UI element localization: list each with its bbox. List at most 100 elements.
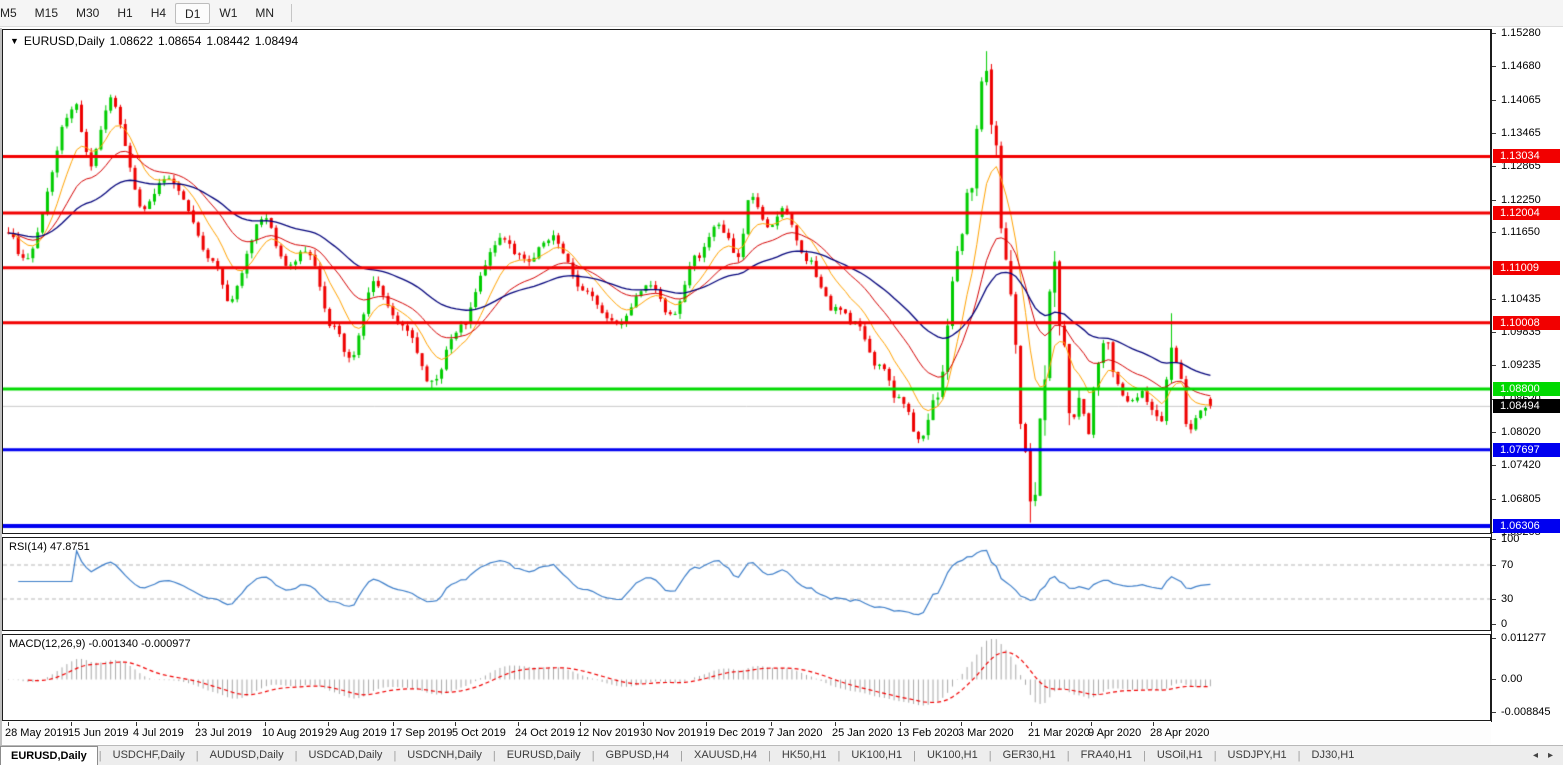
macd-tick-label: 0.011277 <box>1501 632 1546 644</box>
date-tick <box>71 722 72 726</box>
chart-tabs: EURUSD,Daily|USDCHF,Daily|AUDUSD,Daily|U… <box>0 745 1563 765</box>
mt4-window: M5M15M30H1H4D1W1MN ▼ EURUSD,Daily 1.0862… <box>0 0 1563 765</box>
price-tick-mark <box>1492 332 1496 333</box>
date-tick <box>961 722 962 726</box>
price-tick-mark <box>1492 200 1496 201</box>
macd-tick-mark <box>1492 679 1496 680</box>
timeframe-M15[interactable]: M15 <box>26 3 67 24</box>
tab-scroll-arrows: ◂▸ <box>1533 750 1563 761</box>
chart-tab-EURUSD-Daily[interactable]: EURUSD,Daily <box>497 746 591 765</box>
date-tick <box>393 722 394 726</box>
chart-dropdown-icon[interactable]: ▼ <box>10 36 19 46</box>
date-label: 28 May 2019 <box>5 727 69 739</box>
date-tick <box>136 722 137 726</box>
timeframe-M5[interactable]: M5 <box>0 3 26 24</box>
chart-tab-UK100-H1[interactable]: UK100,H1 <box>841 746 912 765</box>
date-axis: 28 May 201915 Jun 20194 Jul 201923 Jul 2… <box>2 722 1491 744</box>
tabs-scroll-left-icon[interactable]: ◂ <box>1533 750 1538 761</box>
rsi-tick-label: 70 <box>1501 559 1513 571</box>
price-tick-label: 1.11650 <box>1501 226 1540 238</box>
price-tick-mark <box>1492 432 1496 433</box>
date-tick <box>198 722 199 726</box>
chart-tab-DJ30-H1[interactable]: DJ30,H1 <box>1302 746 1365 765</box>
date-tick <box>643 722 644 726</box>
price-level-label: 1.07697 <box>1493 443 1560 457</box>
date-label: 24 Oct 2019 <box>515 727 575 739</box>
price-tick-mark <box>1492 299 1496 300</box>
timeframe-MN[interactable]: MN <box>246 3 283 24</box>
price-level-label: 1.10008 <box>1493 316 1560 330</box>
macd-panel: MACD(12,26,9) -0.001340 -0.000977 <box>2 634 1491 721</box>
quote-close: 1.08494 <box>255 34 298 48</box>
date-tick <box>900 722 901 726</box>
macd-canvas[interactable] <box>3 635 1490 720</box>
macd-tick-mark <box>1492 638 1496 639</box>
chart-tab-USDJPY-H1[interactable]: USDJPY,H1 <box>1218 746 1297 765</box>
rsi-tick-mark <box>1492 565 1496 566</box>
price-tick-label: 1.10435 <box>1501 293 1541 305</box>
current-price-label: 1.08494 <box>1493 399 1560 413</box>
date-label: 17 Sep 2019 <box>390 727 452 739</box>
price-tick-label: 1.13465 <box>1501 127 1541 139</box>
price-level-label: 1.11009 <box>1493 261 1560 275</box>
price-tick-mark <box>1492 499 1496 500</box>
date-label: 7 Jan 2020 <box>768 727 822 739</box>
date-tick <box>580 722 581 726</box>
chart-tab-GER30-H1[interactable]: GER30,H1 <box>993 746 1066 765</box>
date-tick <box>1031 722 1032 726</box>
timeframe-W1[interactable]: W1 <box>210 3 246 24</box>
date-tick <box>8 722 9 726</box>
date-label: 19 Dec 2019 <box>703 727 765 739</box>
tabs-scroll-right-icon[interactable]: ▸ <box>1548 750 1553 761</box>
chart-tab-XAUUSD-H4[interactable]: XAUUSD,H4 <box>684 746 767 765</box>
chart-tab-EURUSD-Daily[interactable]: EURUSD,Daily <box>0 746 98 765</box>
rsi-tick-mark <box>1492 599 1496 600</box>
chart-tab-HK50-H1[interactable]: HK50,H1 <box>772 746 837 765</box>
price-tick-label: 1.12250 <box>1501 194 1541 206</box>
chart-tab-USDCNH-Daily[interactable]: USDCNH,Daily <box>397 746 492 765</box>
date-label: 25 Jan 2020 <box>832 727 893 739</box>
rsi-canvas[interactable] <box>3 538 1490 630</box>
chart-tab-USOil-H1[interactable]: USOil,H1 <box>1147 746 1213 765</box>
chart-tab-USDCAD-Daily[interactable]: USDCAD,Daily <box>298 746 392 765</box>
rsi-tick-mark <box>1492 539 1496 540</box>
quote-open: 1.08622 <box>110 34 153 48</box>
timeframe-H4[interactable]: H4 <box>142 3 175 24</box>
date-tick <box>1153 722 1154 726</box>
macd-tick-label: -0.008845 <box>1501 706 1551 718</box>
timeframe-D1[interactable]: D1 <box>175 3 210 24</box>
price-chart-panel: ▼ EURUSD,Daily 1.08622 1.08654 1.08442 1… <box>2 29 1491 534</box>
timeframe-H1[interactable]: H1 <box>108 3 141 24</box>
chart-tab-FRA40-H1[interactable]: FRA40,H1 <box>1071 746 1142 765</box>
timeframe-M30[interactable]: M30 <box>67 3 108 24</box>
date-tick <box>1091 722 1092 726</box>
price-level-label: 1.06306 <box>1493 519 1560 533</box>
price-tick-mark <box>1492 33 1496 34</box>
date-tick <box>455 722 456 726</box>
toolbar-separator <box>291 4 292 22</box>
quote-high: 1.08654 <box>158 34 201 48</box>
chart-symbol-label: EURUSD,Daily <box>24 34 105 48</box>
price-tick-label: 1.06805 <box>1501 493 1541 505</box>
date-label: 21 Mar 2020 <box>1028 727 1090 739</box>
date-label: 23 Jul 2019 <box>195 727 252 739</box>
chart-tab-USDCHF-Daily[interactable]: USDCHF,Daily <box>103 746 195 765</box>
chart-tab-UK100-H1[interactable]: UK100,H1 <box>917 746 988 765</box>
chart-title: ▼ EURUSD,Daily 1.08622 1.08654 1.08442 1… <box>10 34 298 48</box>
chart-tab-AUDUSD-Daily[interactable]: AUDUSD,Daily <box>200 746 294 765</box>
date-label: 5 Oct 2019 <box>452 727 506 739</box>
price-chart-canvas[interactable] <box>3 30 1490 533</box>
date-tick <box>518 722 519 726</box>
date-tick <box>835 722 836 726</box>
date-label: 10 Aug 2019 <box>262 727 324 739</box>
price-tick-label: 1.09235 <box>1501 359 1541 371</box>
price-level-label: 1.13034 <box>1493 149 1560 163</box>
rsi-tick-label: 100 <box>1501 533 1519 545</box>
macd-tick-mark <box>1492 712 1496 713</box>
rsi-tick-mark <box>1492 624 1496 625</box>
date-label: 3 Mar 2020 <box>958 727 1014 739</box>
chart-tab-GBPUSD-H4[interactable]: GBPUSD,H4 <box>596 746 680 765</box>
rsi-label: RSI(14) 47.8751 <box>9 541 90 553</box>
date-label: 4 Jul 2019 <box>133 727 184 739</box>
date-label: 29 Aug 2019 <box>325 727 387 739</box>
